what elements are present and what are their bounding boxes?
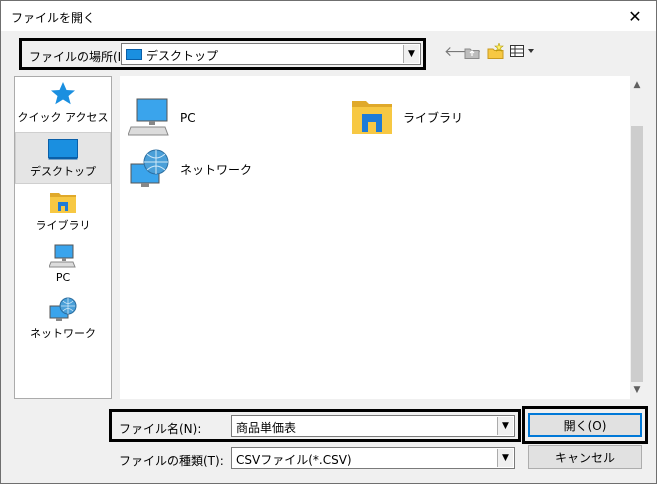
filetype-value: CSVファイル(*.CSV) bbox=[236, 453, 352, 467]
network-icon bbox=[130, 149, 169, 187]
place-label: クイック アクセス bbox=[17, 111, 109, 124]
scroll-thumb[interactable] bbox=[631, 126, 643, 382]
scroll-down-icon[interactable]: ▼ bbox=[630, 383, 644, 397]
item-label: ネットワーク bbox=[180, 162, 253, 177]
place-libraries[interactable]: ライブラリ bbox=[15, 189, 111, 241]
places-bar: クイック アクセス デスクトップ ライブラリ PC ネットワーク bbox=[14, 76, 112, 399]
open-file-dialog: ファイルを開く ✕ ファイルの場所(I): デスクトップ ▼ 🡐 クイック アク… bbox=[0, 0, 657, 484]
vertical-scrollbar[interactable]: ▲ ▼ bbox=[630, 76, 644, 399]
look-in-highlight bbox=[19, 38, 426, 70]
place-pc[interactable]: PC bbox=[15, 243, 111, 295]
filename-highlight bbox=[109, 409, 521, 442]
list-item-libraries[interactable]: ライブラリ bbox=[351, 98, 463, 136]
title-bar: ファイルを開く ✕ bbox=[1, 1, 656, 31]
item-label: ライブラリ bbox=[403, 110, 464, 125]
view-menu-icon[interactable] bbox=[510, 45, 536, 58]
up-folder-icon[interactable] bbox=[464, 46, 480, 59]
place-label: デスクトップ bbox=[30, 165, 96, 178]
place-network[interactable]: ネットワーク bbox=[15, 297, 111, 349]
place-label: ネットワーク bbox=[30, 327, 96, 340]
dialog-title: ファイルを開く bbox=[11, 11, 96, 25]
filetype-combo[interactable]: CSVファイル(*.CSV) ▼ bbox=[231, 447, 515, 469]
desktop-icon bbox=[48, 139, 78, 160]
open-button-highlight bbox=[522, 406, 648, 444]
filetype-label: ファイルの種類(T): bbox=[119, 454, 224, 468]
place-quick-access[interactable]: クイック アクセス bbox=[15, 81, 111, 133]
new-folder-icon[interactable] bbox=[487, 43, 505, 59]
star-icon bbox=[51, 82, 75, 105]
close-icon[interactable]: ✕ bbox=[621, 5, 649, 27]
library-icon bbox=[50, 193, 76, 213]
scroll-up-icon[interactable]: ▲ bbox=[630, 78, 644, 92]
list-item-network[interactable]: ネットワーク bbox=[128, 148, 252, 190]
library-icon bbox=[352, 101, 392, 134]
network-icon bbox=[49, 297, 77, 321]
pc-icon bbox=[128, 98, 169, 136]
file-list[interactable]: PC ライブラリ ネットワーク bbox=[120, 76, 630, 399]
chevron-down-icon[interactable]: ▼ bbox=[497, 449, 513, 467]
place-desktop[interactable]: デスクトップ bbox=[15, 132, 111, 184]
cancel-button[interactable]: キャンセル bbox=[528, 445, 642, 469]
item-label: PC bbox=[180, 111, 196, 125]
place-label: PC bbox=[55, 271, 71, 284]
list-item-pc[interactable]: PC bbox=[128, 98, 196, 138]
pc-icon bbox=[49, 244, 76, 268]
place-label: ライブラリ bbox=[35, 219, 91, 232]
